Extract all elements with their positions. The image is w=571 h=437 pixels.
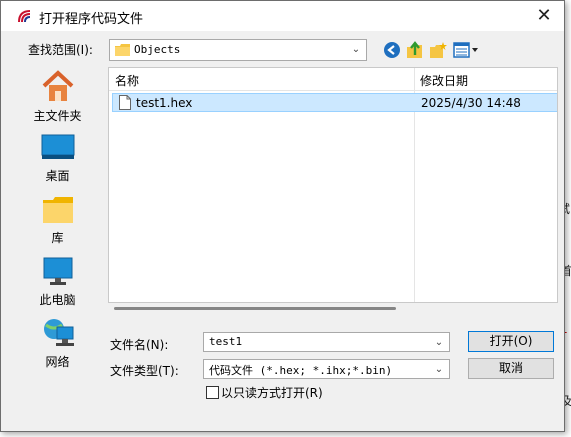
- back-icon[interactable]: [383, 41, 401, 59]
- column-header-date[interactable]: 修改日期: [420, 72, 468, 89]
- horizontal-scrollbar[interactable]: [108, 303, 558, 315]
- chevron-down-icon: ⌄: [434, 364, 444, 375]
- place-label: 此电脑: [39, 293, 76, 307]
- place-home[interactable]: 主文件夹: [10, 69, 105, 124]
- up-folder-icon[interactable]: [406, 41, 424, 59]
- column-header-name[interactable]: 名称: [115, 72, 139, 89]
- file-list-header: ^ 名称 修改日期: [109, 67, 557, 91]
- file-name: test1.hex: [136, 96, 193, 110]
- home-icon: [42, 70, 73, 101]
- place-library[interactable]: 库: [10, 195, 105, 246]
- title-bar: 打开程序代码文件 ✕: [1, 1, 564, 31]
- filetype-value: 代码文件 (*.hex; *.ihx;*.bin): [209, 364, 393, 377]
- network-icon: [43, 319, 74, 346]
- view-menu-icon[interactable]: [453, 41, 479, 59]
- scrollbar-thumb[interactable]: [114, 307, 396, 310]
- cancel-button[interactable]: 取消: [468, 358, 554, 379]
- place-label: 网络: [45, 355, 70, 369]
- file-date: 2025/4/30 14:48: [421, 96, 521, 110]
- filetype-label: 文件类型(T):: [110, 364, 179, 378]
- places-bar: 主文件夹 桌面 库 此电脑 网络: [10, 65, 105, 399]
- desktop-icon: [41, 134, 74, 159]
- place-desktop[interactable]: 桌面: [10, 133, 105, 184]
- folder-icon: [115, 44, 130, 56]
- new-folder-icon[interactable]: [429, 41, 447, 59]
- open-button[interactable]: 打开(O): [468, 331, 554, 352]
- dialog-title: 打开程序代码文件: [39, 12, 144, 27]
- lookin-label: 查找范围(I):: [28, 43, 93, 57]
- filename-value: test1: [209, 335, 243, 348]
- place-label: 桌面: [45, 169, 70, 183]
- file-row[interactable]: test1.hex 2025/4/30 14:48: [112, 93, 557, 112]
- place-label: 主文件夹: [33, 109, 82, 123]
- filename-input[interactable]: test1 ⌄: [203, 332, 450, 352]
- open-file-dialog: 打开程序代码文件 ✕ 查找范围(I): Objects ⌄ 主文件夹 桌面 库 …: [0, 0, 565, 432]
- place-network[interactable]: 网络: [10, 317, 105, 370]
- library-icon: [42, 197, 73, 223]
- sort-ascending-icon: ^: [257, 67, 266, 75]
- filename-label: 文件名(N):: [110, 338, 169, 352]
- computer-icon: [43, 257, 72, 285]
- chevron-down-icon[interactable]: ⌄: [431, 333, 447, 353]
- lookin-dropdown[interactable]: Objects ⌄: [109, 39, 367, 61]
- readonly-checkbox[interactable]: [206, 386, 219, 399]
- place-label: 库: [51, 231, 64, 245]
- app-icon: [18, 9, 33, 24]
- file-icon: [119, 95, 131, 110]
- close-icon: ✕: [536, 5, 552, 26]
- lookin-value: Objects: [134, 43, 181, 56]
- file-list[interactable]: ^ 名称 修改日期 test1.hex 2025/4/30 14:48: [108, 67, 558, 303]
- filetype-select[interactable]: 代码文件 (*.hex; *.ihx;*.bin) ⌄: [203, 359, 450, 379]
- chevron-down-icon: ⌄: [351, 44, 361, 55]
- close-button[interactable]: ✕: [524, 1, 564, 31]
- readonly-label[interactable]: 以只读方式打开(R): [221, 384, 323, 401]
- place-computer[interactable]: 此电脑: [10, 257, 105, 308]
